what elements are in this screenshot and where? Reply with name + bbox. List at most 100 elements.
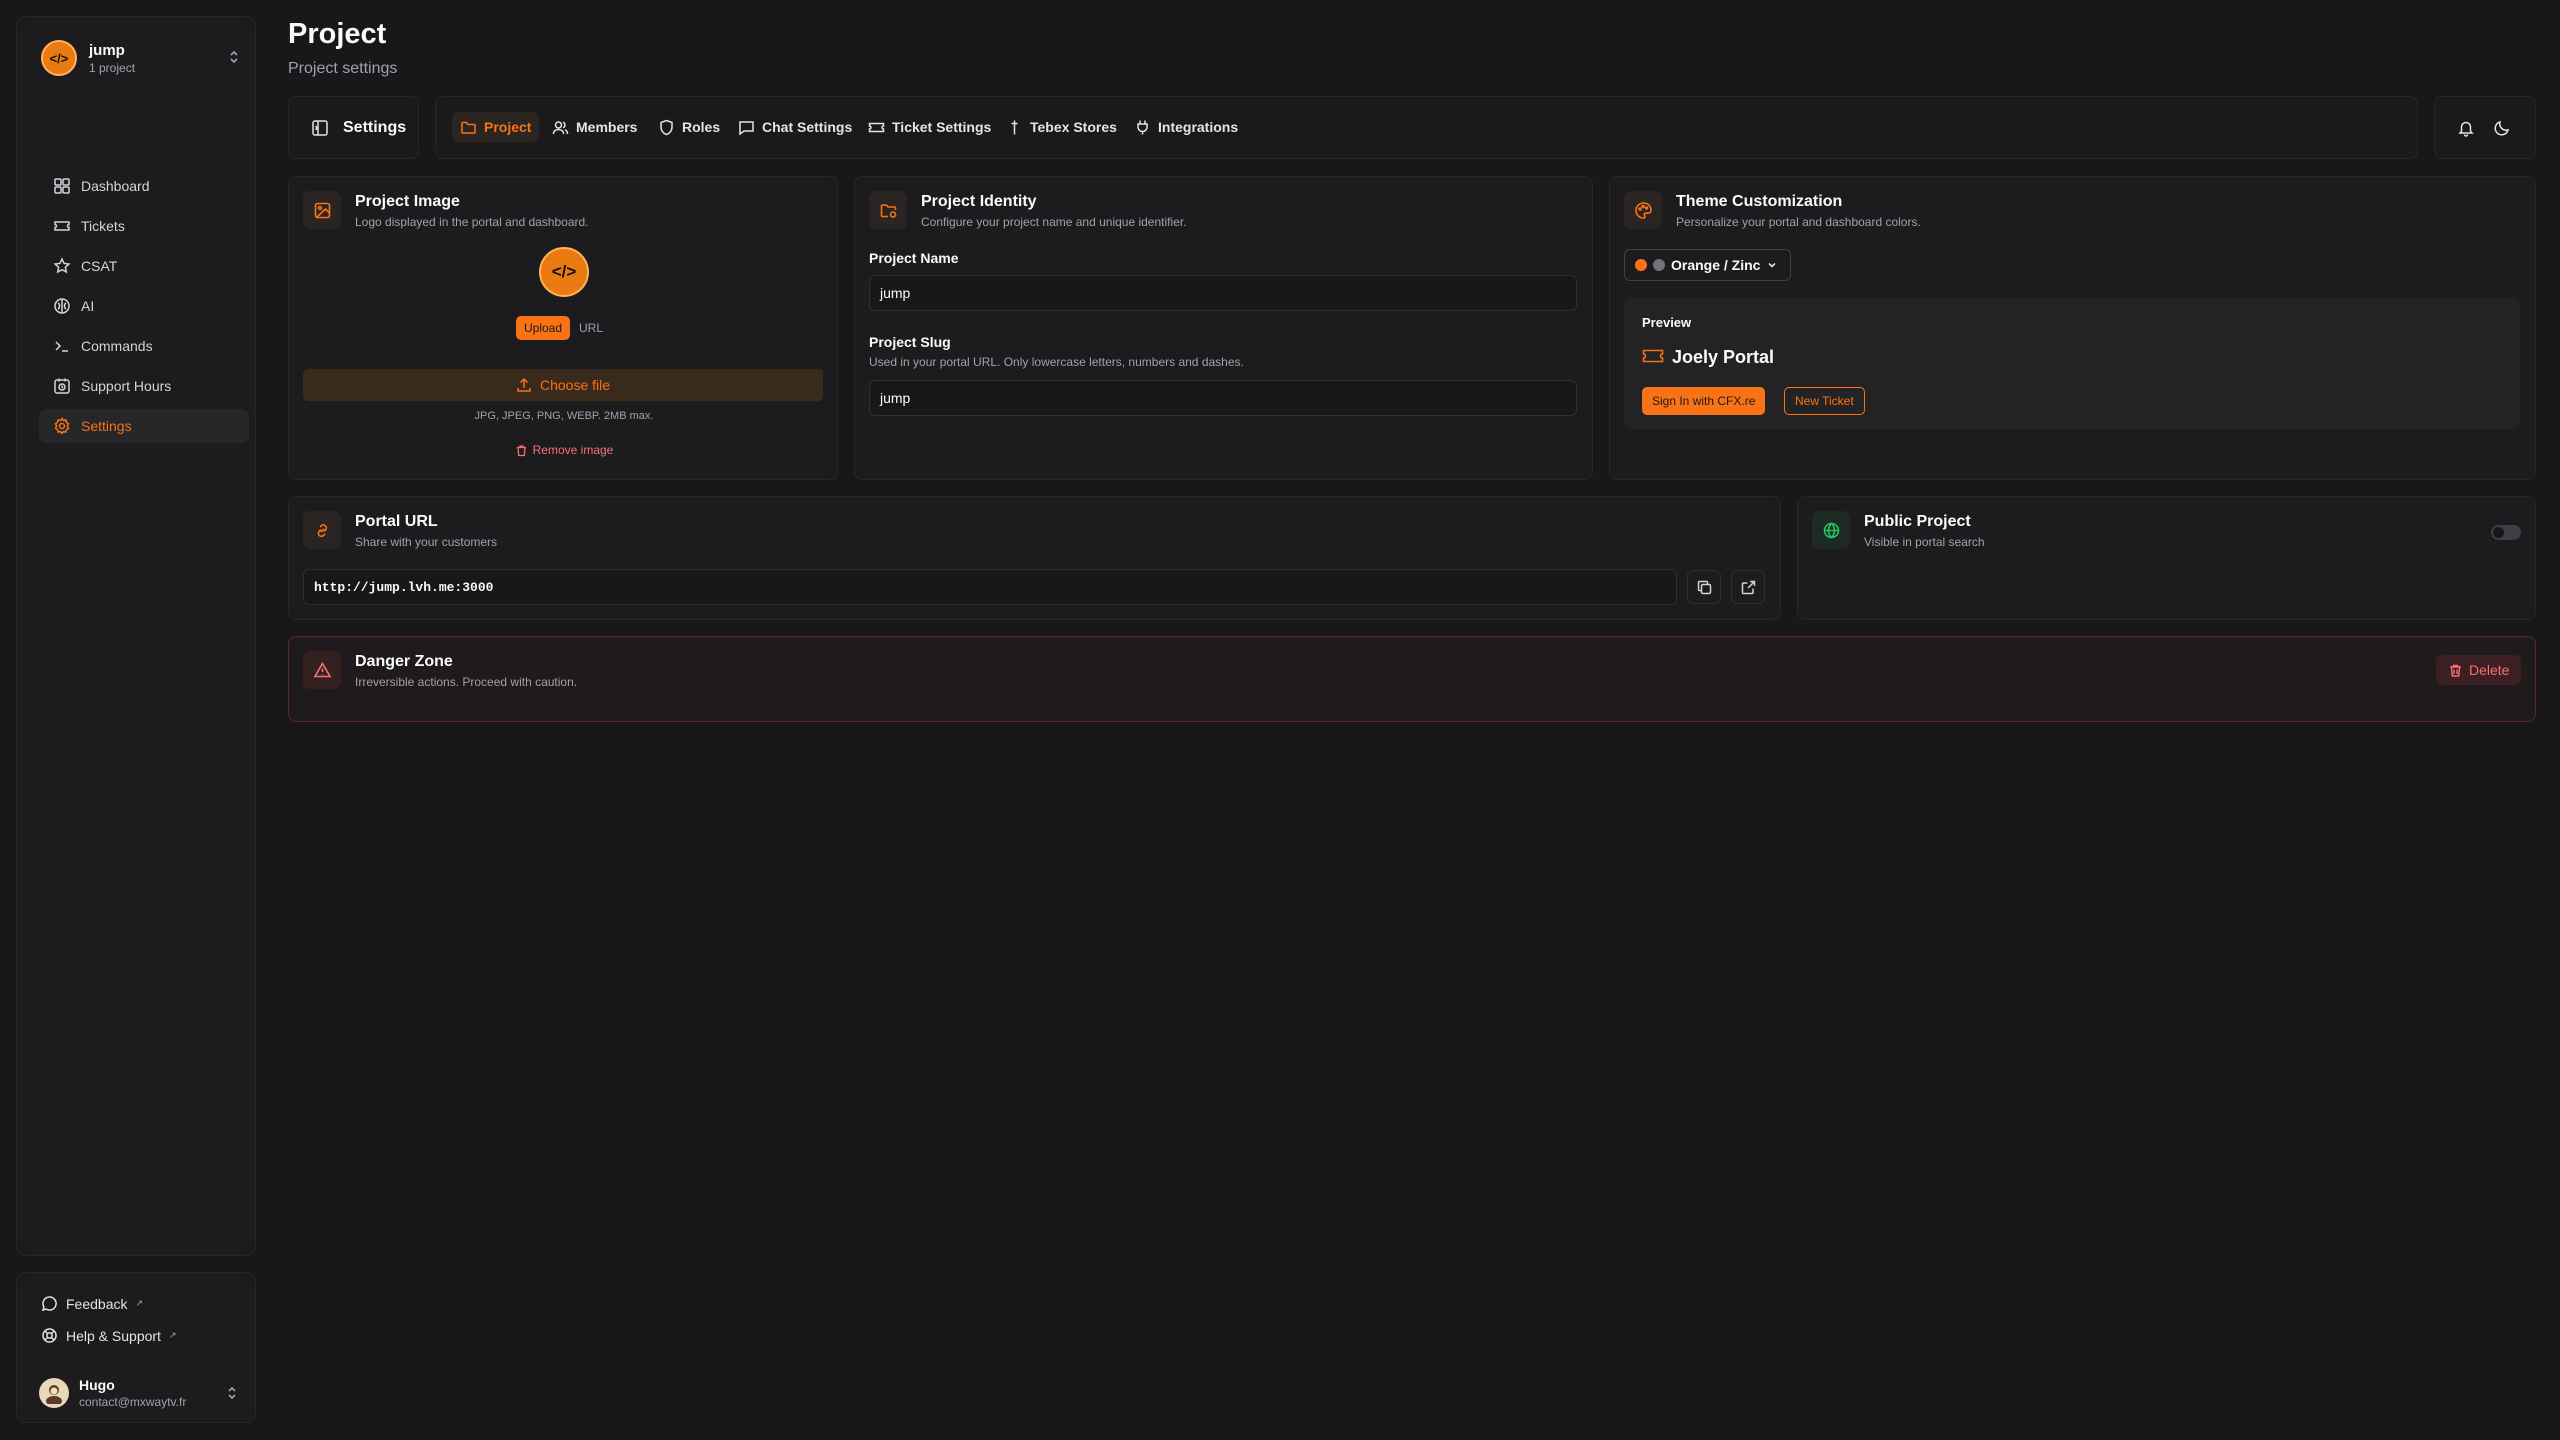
main-nav: Dashboard Tickets CSAT AI Commands Suppo… bbox=[39, 169, 249, 449]
card-description: Logo displayed in the portal and dashboa… bbox=[355, 215, 589, 229]
header-actions bbox=[2434, 96, 2536, 159]
message-icon bbox=[41, 1295, 58, 1312]
warning-icon bbox=[303, 651, 341, 689]
tab-project[interactable]: Project bbox=[452, 112, 540, 142]
nav-label: Settings bbox=[81, 418, 132, 434]
image-icon bbox=[303, 191, 341, 229]
remove-image-label: Remove image bbox=[532, 443, 614, 457]
external-link-icon bbox=[1740, 579, 1757, 596]
moon-icon[interactable] bbox=[2493, 119, 2511, 137]
tab-chat-settings[interactable]: Chat Settings bbox=[730, 112, 860, 142]
tab-integrations[interactable]: Integrations bbox=[1126, 112, 1246, 142]
url-toggle[interactable]: URL bbox=[571, 316, 611, 340]
chevron-down-icon bbox=[1766, 259, 1778, 271]
card-title: Public Project bbox=[1864, 513, 1971, 530]
store-icon bbox=[1006, 119, 1023, 136]
help-support-link[interactable]: Help & Support ↗ bbox=[41, 1327, 177, 1344]
trash-icon bbox=[515, 444, 528, 457]
choose-file-label: Choose file bbox=[539, 377, 611, 393]
project-identity-card: Project Identity Configure your project … bbox=[854, 176, 1593, 480]
public-toggle[interactable] bbox=[2491, 525, 2521, 540]
globe-icon bbox=[1812, 511, 1850, 549]
user-name: Hugo bbox=[79, 1377, 115, 1393]
preview-new-ticket-button[interactable]: New Ticket bbox=[1784, 387, 1865, 415]
tab-label: Members bbox=[576, 119, 638, 135]
choose-file-button[interactable]: Choose file bbox=[303, 369, 823, 401]
theme-select-value: Orange / Zinc bbox=[1671, 257, 1761, 273]
project-logo-preview: </> bbox=[539, 247, 589, 297]
ticket-icon bbox=[868, 119, 885, 136]
tab-roles[interactable]: Roles bbox=[650, 112, 728, 142]
tab-label: Integrations bbox=[1158, 119, 1239, 135]
ticket-icon bbox=[1642, 347, 1664, 365]
upload-toggle[interactable]: Upload bbox=[516, 316, 571, 340]
project-logo: </> bbox=[41, 40, 77, 76]
nav-item-support-hours[interactable]: Support Hours bbox=[39, 369, 249, 403]
portal-url-input[interactable]: http://jump.lvh.me:3000 bbox=[303, 569, 1677, 605]
nav-item-commands[interactable]: Commands bbox=[39, 329, 249, 363]
panel-left-icon bbox=[311, 119, 329, 137]
folder-cog-icon bbox=[869, 191, 907, 229]
tab-label: Chat Settings bbox=[762, 119, 853, 135]
user-menu[interactable]: Hugo contact@mxwaytv.fr bbox=[39, 1373, 239, 1413]
settings-sidebar-toggle[interactable]: Settings bbox=[288, 96, 419, 159]
card-description: Configure your project name and unique i… bbox=[921, 215, 1187, 229]
project-slug-label: Project Slug bbox=[869, 334, 951, 350]
upload-icon bbox=[516, 377, 532, 393]
base-swatch bbox=[1653, 259, 1665, 271]
feedback-link[interactable]: Feedback ↗ bbox=[41, 1295, 143, 1312]
chat-icon bbox=[738, 119, 755, 136]
theme-preview: Preview Joely Portal Sign In with CFX.re… bbox=[1624, 297, 2520, 429]
nav-label: AI bbox=[81, 298, 95, 314]
project-slug-hint: Used in your portal URL. Only lowercase … bbox=[869, 355, 1244, 369]
settings-label: Settings bbox=[343, 119, 407, 136]
nav-item-tickets[interactable]: Tickets bbox=[39, 209, 249, 243]
project-image-card: Project Image Logo displayed in the port… bbox=[288, 176, 838, 480]
nav-label: Commands bbox=[81, 338, 153, 354]
gear-icon bbox=[53, 417, 71, 435]
card-description: Share with your customers bbox=[355, 535, 498, 549]
sidebar-footer: Feedback ↗ Help & Support ↗ Hugo contact@m… bbox=[16, 1272, 256, 1423]
user-email: contact@mxwaytv.fr bbox=[79, 1395, 187, 1409]
theme-customization-card: Theme Customization Personalize your por… bbox=[1609, 176, 2536, 480]
tab-members[interactable]: Members bbox=[544, 112, 645, 142]
tab-tebex-stores[interactable]: Tebex Stores bbox=[998, 112, 1125, 142]
open-link-button[interactable] bbox=[1731, 570, 1765, 604]
copy-icon bbox=[1696, 579, 1713, 596]
preview-title: Joely Portal bbox=[1672, 347, 1775, 367]
clock-icon bbox=[53, 377, 71, 395]
page-title: Project bbox=[288, 18, 387, 50]
card-title: Project Identity bbox=[921, 193, 1037, 210]
nav-item-dashboard[interactable]: Dashboard bbox=[39, 169, 249, 203]
nav-label: Tickets bbox=[81, 218, 125, 234]
public-project-card: Public Project Visible in portal search bbox=[1797, 496, 2536, 620]
project-name-input[interactable]: jump bbox=[869, 275, 1577, 311]
nav-label: CSAT bbox=[81, 258, 118, 274]
terminal-icon bbox=[53, 337, 71, 355]
preview-signin-button[interactable]: Sign In with CFX.re bbox=[1642, 387, 1766, 415]
nav-item-settings[interactable]: Settings bbox=[39, 409, 249, 443]
dashboard-icon bbox=[53, 177, 71, 195]
shield-icon bbox=[658, 119, 675, 136]
nav-item-ai[interactable]: AI bbox=[39, 289, 249, 323]
project-switcher[interactable]: </> jump 1 project bbox=[41, 35, 241, 81]
ticket-icon bbox=[53, 217, 71, 235]
tab-ticket-settings[interactable]: Ticket Settings bbox=[860, 112, 999, 142]
tab-label: Roles bbox=[682, 119, 721, 135]
project-count: 1 project bbox=[89, 60, 136, 75]
nav-item-csat[interactable]: CSAT bbox=[39, 249, 249, 283]
remove-image-button[interactable]: Remove image bbox=[289, 443, 839, 457]
external-link-icon: ↗ bbox=[168, 1330, 177, 1340]
delete-button[interactable]: Delete bbox=[2436, 655, 2522, 685]
project-slug-input[interactable]: jump bbox=[869, 380, 1577, 416]
users-icon bbox=[552, 119, 569, 136]
link-icon bbox=[303, 511, 341, 549]
bell-icon[interactable] bbox=[2457, 119, 2475, 137]
trash-icon bbox=[2448, 663, 2463, 678]
external-link-icon: ↗ bbox=[135, 1298, 144, 1308]
preview-label: Preview bbox=[1642, 315, 1692, 330]
nav-label: Support Hours bbox=[81, 378, 172, 394]
theme-select[interactable]: Orange / Zinc bbox=[1624, 249, 1792, 281]
lifebuoy-icon bbox=[41, 1327, 58, 1344]
copy-button[interactable] bbox=[1687, 570, 1721, 604]
